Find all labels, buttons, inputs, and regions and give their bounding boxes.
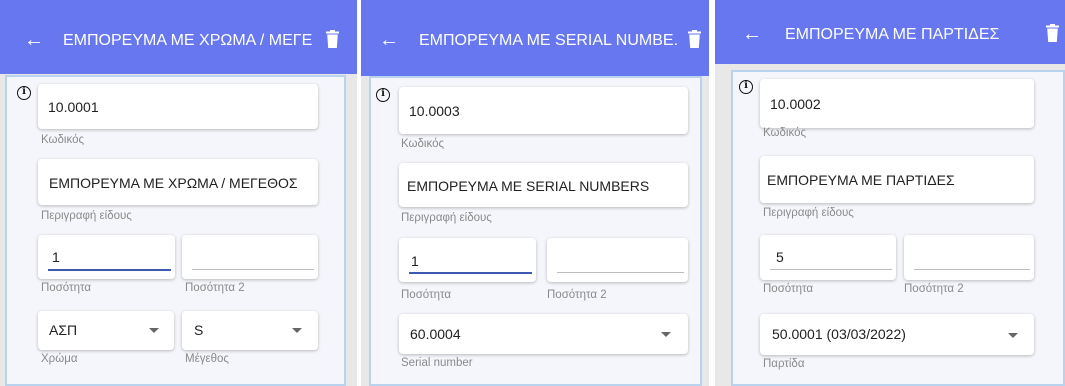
quantity-underline	[770, 269, 892, 270]
screen-serial-numbers: ← ΕΜΠΟΡΕΥΜΑ ΜΕ SERIAL NUMBE... i 10.0003…	[361, 0, 709, 386]
trash-icon[interactable]	[326, 30, 339, 48]
info-icon[interactable]: i	[376, 88, 390, 102]
color-select[interactable]: ΑΣΠ	[38, 311, 174, 350]
code-field[interactable]: 10.0001	[38, 84, 318, 129]
quantity-label: Ποσότητα	[41, 282, 91, 294]
screen-color-size: ← ΕΜΠΟΡΕΥΜΑ ΜΕ ΧΡΩΜΑ / ΜΕΓΕ... i 10.0001…	[0, 0, 357, 386]
description-field[interactable]: ΕΜΠΟΡΕΥΜΑ ΜΕ ΧΡΩΜΑ / ΜΕΓΕΘΟΣ	[38, 159, 318, 205]
item-form-card: i 10.0003 Κωδικός ΕΜΠΟΡΕΥΜΑ ΜΕ SERIAL NU…	[369, 76, 702, 386]
quantity2-underline	[192, 269, 314, 270]
quantity2-underline	[914, 269, 1030, 270]
page-title: ΕΜΠΟΡΕΥΜΑ ΜΕ SERIAL NUMBE...	[419, 32, 679, 49]
description-label: Περιγραφή είδους	[763, 207, 854, 219]
app-bar: ← ΕΜΠΟΡΕΥΜΑ ΜΕ SERIAL NUMBE...	[361, 0, 709, 76]
trash-icon[interactable]	[1046, 24, 1059, 42]
page-title: ΕΜΠΟΡΕΥΜΑ ΜΕ ΧΡΩΜΑ / ΜΕΓΕ...	[63, 32, 313, 49]
item-form-card: i 10.0002 Κωδικός ΕΜΠΟΡΕΥΜΑ ΜΕ ΠΑΡΤΙΔΕΣ …	[731, 70, 1065, 386]
code-field[interactable]: 10.0003	[399, 87, 688, 134]
code-value: 10.0003	[409, 103, 460, 119]
batch-select[interactable]: 50.0001 (03/03/2022)	[760, 314, 1034, 355]
quantity2-field[interactable]	[547, 238, 688, 282]
size-select[interactable]: S	[182, 311, 318, 350]
app-bar: ← ΕΜΠΟΡΕΥΜΑ ΜΕ ΧΡΩΜΑ / ΜΕΓΕ...	[0, 0, 357, 74]
quantity2-field[interactable]	[904, 235, 1034, 280]
chevron-down-icon	[661, 332, 671, 337]
size-label: Μέγεθος	[185, 353, 229, 365]
quantity2-label: Ποσότητα 2	[904, 283, 964, 295]
color-label: Χρώμα	[41, 353, 78, 365]
description-field[interactable]: ΕΜΠΟΡΕΥΜΑ ΜΕ ΠΑΡΤΙΔΕΣ	[760, 156, 1034, 203]
code-label: Κωδικός	[763, 127, 807, 139]
quantity-value: 1	[411, 253, 419, 269]
quantity-underline	[48, 269, 171, 271]
code-field[interactable]: 10.0002	[760, 79, 1034, 128]
quantity-value: 1	[52, 249, 60, 265]
code-value: 10.0002	[770, 96, 821, 112]
description-label: Περιγραφή είδους	[41, 210, 132, 222]
arrow-back-icon[interactable]: ←	[379, 30, 399, 50]
info-icon[interactable]: i	[739, 80, 753, 94]
chevron-down-icon	[149, 328, 159, 333]
code-label: Κωδικός	[41, 134, 85, 146]
screen-batches: ← ΕΜΠΟΡΕΥΜΑ ΜΕ ΠΑΡΤΙΔΕΣ i 10.0002 Κωδικό…	[715, 0, 1065, 386]
description-value: ΕΜΠΟΡΕΥΜΑ ΜΕ ΧΡΩΜΑ / ΜΕΓΕΘΟΣ	[49, 175, 298, 191]
item-form-card: i 10.0001 Κωδικός ΕΜΠΟΡΕΥΜΑ ΜΕ ΧΡΩΜΑ / Μ…	[5, 75, 346, 386]
quantity-underline	[409, 272, 532, 274]
quantity-label: Ποσότητα	[401, 289, 451, 301]
size-value: S	[194, 322, 204, 338]
code-value: 10.0001	[48, 99, 99, 115]
serial-number-value: 60.0004	[410, 326, 461, 342]
code-label: Κωδικός	[401, 138, 445, 150]
quantity-label: Ποσότητα	[763, 283, 813, 295]
color-value: ΑΣΠ	[49, 322, 78, 338]
quantity2-field[interactable]	[182, 235, 318, 279]
quantity-field[interactable]: 1	[38, 235, 175, 279]
page-title: ΕΜΠΟΡΕΥΜΑ ΜΕ ΠΑΡΤΙΔΕΣ	[785, 26, 1000, 43]
quantity-field[interactable]: 5	[760, 235, 896, 280]
serial-number-select[interactable]: 60.0004	[399, 314, 688, 354]
quantity-field[interactable]: 1	[399, 238, 536, 282]
app-bar: ← ΕΜΠΟΡΕΥΜΑ ΜΕ ΠΑΡΤΙΔΕΣ	[715, 0, 1065, 64]
arrow-back-icon[interactable]: ←	[24, 30, 44, 50]
description-value: ΕΜΠΟΡΕΥΜΑ ΜΕ ΠΑΡΤΙΔΕΣ	[767, 172, 955, 188]
description-label: Περιγραφή είδους	[401, 212, 492, 224]
batch-value: 50.0001 (03/03/2022)	[772, 326, 906, 342]
description-field[interactable]: ΕΜΠΟΡΕΥΜΑ ΜΕ SERIAL NUMBERS	[399, 163, 688, 207]
quantity2-label: Ποσότητα 2	[547, 289, 607, 301]
quantity2-label: Ποσότητα 2	[185, 282, 245, 294]
chevron-down-icon	[1008, 333, 1018, 338]
trash-icon[interactable]	[688, 30, 701, 48]
quantity-value: 5	[776, 249, 784, 265]
description-value: ΕΜΠΟΡΕΥΜΑ ΜΕ SERIAL NUMBERS	[407, 178, 650, 194]
arrow-back-icon[interactable]: ←	[742, 24, 762, 44]
serial-number-label: Serial number	[401, 357, 473, 369]
quantity2-underline	[557, 272, 684, 273]
chevron-down-icon	[292, 328, 302, 333]
batch-label: Παρτίδα	[763, 358, 805, 370]
info-icon[interactable]: i	[17, 86, 31, 100]
